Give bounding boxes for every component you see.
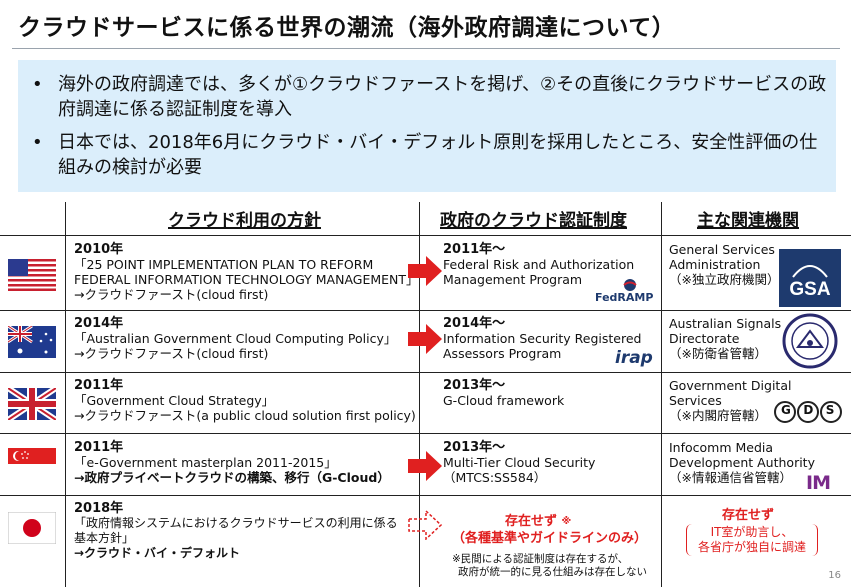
policy-cell-uk: 2011年 「Government Cloud Strategy」 →クラウドフ…: [74, 378, 416, 423]
agency-cell-usa: General Services Administration （※独立政府機関…: [669, 242, 779, 287]
page-number: 16: [828, 570, 841, 581]
bullet-dot: •: [32, 74, 43, 95]
cert-year: 2014年～: [443, 316, 506, 331]
policy-cell-singapore: 2011年 「e-Government masterplan 2011-2015…: [74, 440, 390, 485]
bullet-dot: •: [32, 132, 43, 153]
singapore-flag: [8, 448, 56, 480]
agency-detail-japan: IT室が助言し、 各省庁が独自に調達: [686, 524, 818, 556]
agency-text: Administration: [669, 257, 761, 272]
gsa-logo-text: GSA: [789, 279, 831, 300]
policy-year: 2011年: [74, 440, 124, 455]
policy-year: 2018年: [74, 501, 124, 516]
grid-line: [661, 202, 662, 587]
cert-text: Assessors Program: [443, 346, 562, 361]
agency-detail-text: 各省庁が独自に調達: [697, 540, 806, 554]
gds-logo: GDS: [774, 401, 842, 423]
imda-logo: IM: [806, 472, 831, 494]
grid-line: [0, 310, 851, 311]
cert-year: 2013年～: [443, 440, 506, 455]
policy-text: →クラウドファースト(cloud first): [74, 287, 269, 302]
cert-status-japan: 存在せず ※: [505, 514, 571, 529]
policy-year: 2011年: [74, 378, 124, 393]
summary-box: • 海外の政府調達では、多くが①クラウドファーストを掲げ、②その直後にクラウドサ…: [18, 60, 836, 192]
agency-detail-text: IT室が助言し、: [710, 525, 794, 539]
policy-year: 2010年: [74, 242, 124, 257]
policy-text: 基本方針」: [74, 531, 135, 545]
cert-text: Multi-Tier Cloud Security: [443, 455, 596, 470]
agency-text: Infocomm Media: [669, 440, 774, 455]
policy-cell-japan: 2018年 「政府情報システムにおけるクラウドサービスの利用に係る 基本方針」 …: [74, 501, 398, 561]
title-divider: [12, 48, 840, 49]
agency-text: （※独立政府機関）: [669, 272, 780, 287]
cert-text: Information Security Registered: [443, 331, 642, 346]
policy-cell-australia: 2014年 「Australian Government Cloud Compu…: [74, 316, 396, 361]
grid-line: [0, 433, 851, 434]
header-policy: クラウド利用の方針: [168, 211, 321, 231]
bullet-text: 海外の政府調達では、多くが①クラウドファーストを掲げ、②その直後にクラウドサービ…: [58, 74, 827, 120]
irap-logo: irap: [615, 348, 653, 368]
policy-year: 2014年: [74, 316, 124, 331]
uk-flag: [8, 388, 56, 420]
policy-text: 「e-Government masterplan 2011-2015」: [74, 455, 337, 470]
agency-text: General Services: [669, 242, 775, 257]
agency-text: Australian Signals: [669, 316, 782, 331]
fedramp-logo-text: FedRAMP: [595, 291, 654, 304]
cert-text: Federal Risk and Authorization: [443, 257, 635, 272]
cert-cell-uk: 2013年～ G-Cloud framework: [443, 378, 564, 408]
red-arrow-icon: [408, 451, 442, 481]
policy-text: 「Government Cloud Strategy」: [74, 393, 275, 408]
asd-seal-icon: [782, 313, 838, 369]
dashed-arrow-icon: [408, 510, 442, 540]
grid-line: [0, 495, 851, 496]
cert-status: 存在せず: [505, 514, 558, 529]
policy-cell-usa: 2010年 「25 POINT IMPLEMENTATION PLAN TO R…: [74, 242, 419, 302]
agency-status: 存在せず: [722, 508, 775, 523]
cert-text: （MTCS:SS584）: [443, 470, 547, 485]
comparison-table: クラウド利用の方針 政府のクラウド認証制度 主な関連機関 2010年 「25 P…: [0, 202, 851, 587]
agency-cell-australia: Australian Signals Directorate （※防衛省管轄）: [669, 316, 781, 361]
red-arrow-icon: [408, 256, 442, 286]
policy-text: 「25 POINT IMPLEMENTATION PLAN TO REFORM: [74, 257, 374, 272]
cert-text: G-Cloud framework: [443, 393, 565, 408]
agency-text: Directorate: [669, 331, 740, 346]
red-arrow-icon: [408, 324, 442, 354]
cert-note-japan: ※民間による認証制度は存在するが、 政府が統一的に見る仕組みは存在しない: [452, 553, 647, 579]
agency-text: （※防衛省管轄）: [669, 346, 767, 361]
bullet-text: 日本では、2018年6月にクラウド・バイ・デフォルト原則を採用したところ、安全性…: [58, 132, 818, 178]
policy-text: →クラウドファースト(cloud first): [74, 346, 269, 361]
agency-text: Development Authority: [669, 455, 815, 470]
cert-note-text: ※民間による認証制度は存在するが、: [452, 553, 629, 565]
agency-text: Government Digital: [669, 378, 792, 393]
cert-note-text: 政府が統一的に見る仕組みは存在しない: [458, 566, 647, 578]
policy-text: →クラウドファースト(a public cloud solution first…: [74, 408, 416, 423]
header-agency: 主な関連機関: [697, 211, 799, 231]
agency-text: （※情報通信省管轄）: [669, 470, 792, 485]
grid-line: [65, 202, 66, 587]
cert-year: 2011年～: [443, 242, 506, 257]
cert-cell-australia: 2014年～ Information Security Registered A…: [443, 316, 641, 361]
policy-text: 「政府情報システムにおけるクラウドサービスの利用に係る: [74, 516, 398, 530]
policy-text: FEDERAL INFORMATION TECHNOLOGY MANAGEMEN…: [74, 272, 419, 287]
grid-line: [0, 235, 851, 236]
gsa-logo: GSA: [779, 249, 841, 307]
japan-flag: [8, 512, 56, 544]
fedramp-logo: FedRAMP: [593, 278, 655, 306]
australia-flag: [8, 326, 56, 358]
cert-status-mark: ※: [561, 516, 572, 527]
policy-text: →クラウド・バイ・デフォルト: [74, 546, 241, 560]
policy-text: →政府プライベートクラウドの構築、移行（G-Cloud）: [74, 470, 390, 485]
usa-flag: [8, 259, 56, 291]
cert-cell-singapore: 2013年～ Multi-Tier Cloud Security （MTCS:S…: [443, 440, 595, 485]
agency-cell-singapore: Infocomm Media Development Authority （※情…: [669, 440, 815, 485]
gds-logo-text: GDS: [781, 403, 847, 417]
grid-line: [0, 372, 851, 373]
cert-detail: （各種基準やガイドラインのみ）: [452, 531, 648, 546]
header-certification: 政府のクラウド認証制度: [440, 211, 627, 231]
cert-year: 2013年～: [443, 378, 506, 393]
policy-text: 「Australian Government Cloud Computing P…: [74, 331, 397, 346]
page-title: クラウドサービスに係る世界の潮流（海外政府調達について）: [18, 15, 676, 41]
